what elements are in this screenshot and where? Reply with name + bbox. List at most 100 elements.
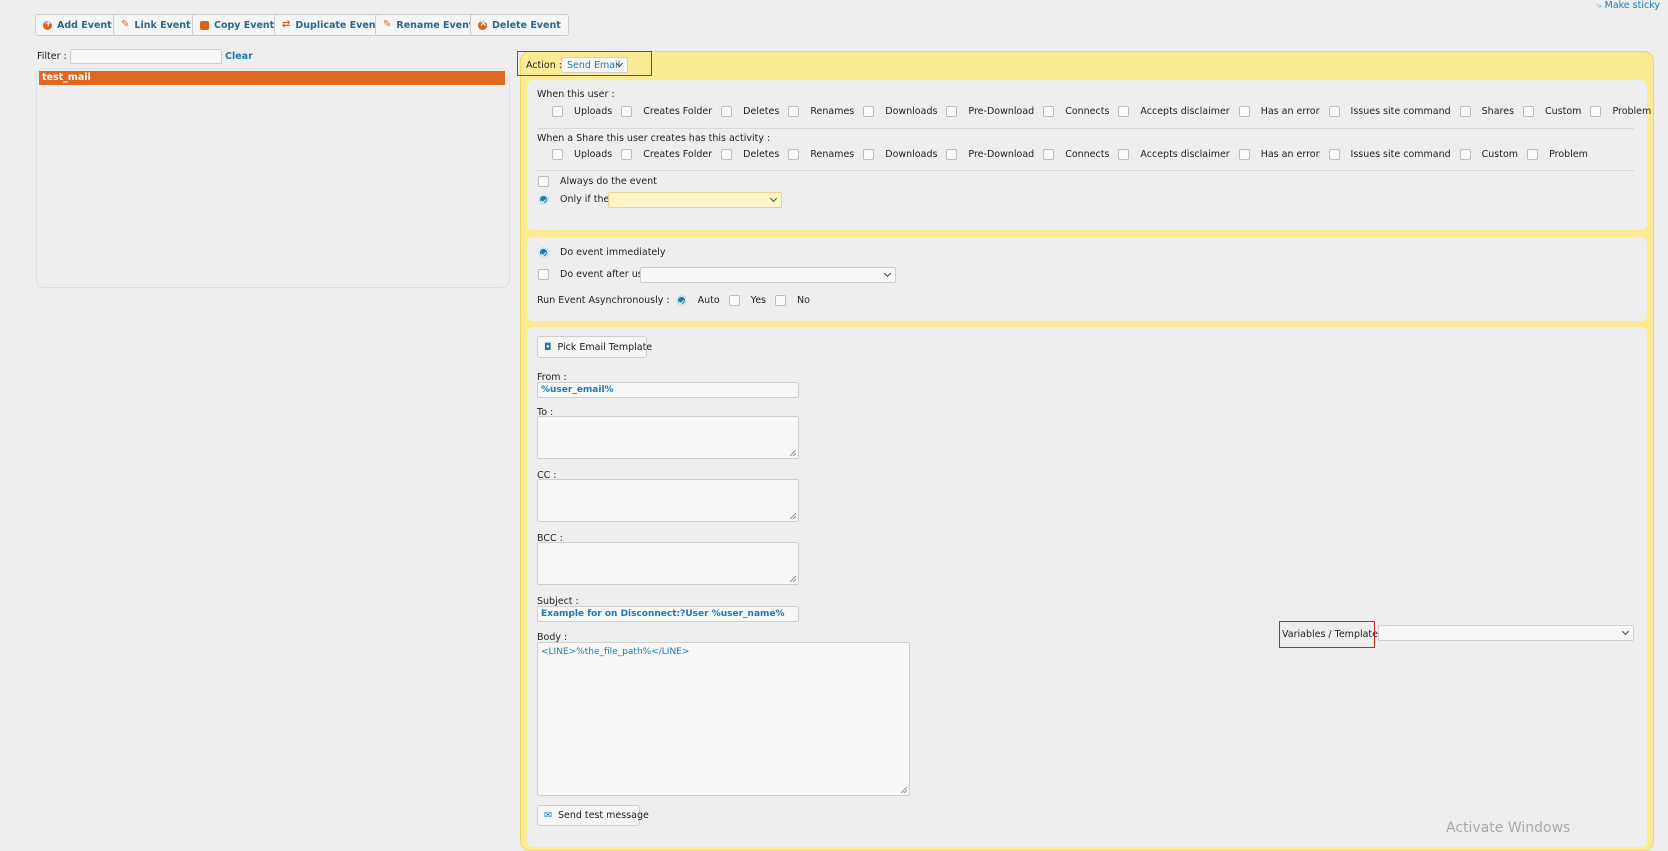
clear-filter-link[interactable]: Clear (225, 51, 253, 62)
checkbox[interactable] (1459, 149, 1471, 160)
always-do-option[interactable]: Always do the event (538, 176, 657, 187)
after-user-select[interactable] (640, 267, 896, 283)
rename-event-label: Rename Event (396, 19, 474, 31)
checkbox[interactable] (1043, 149, 1055, 160)
pick-template-button[interactable]: ◘ Pick Email Template (537, 336, 652, 358)
async-auto-option[interactable]: Auto (675, 295, 720, 306)
variables-select[interactable] (1378, 625, 1634, 641)
bcc-textarea[interactable] (537, 542, 799, 585)
option-label: Uploads (574, 106, 613, 117)
checkbox[interactable] (721, 149, 733, 160)
when-user-deletes[interactable]: Deletes (721, 106, 779, 117)
when-share-pre-download[interactable]: Pre-Download (946, 149, 1034, 160)
checkbox[interactable] (946, 106, 958, 117)
checkbox[interactable] (1523, 106, 1535, 117)
checkbox[interactable] (1590, 106, 1602, 117)
checkbox[interactable] (1238, 149, 1250, 160)
checkbox[interactable] (1238, 106, 1250, 117)
when-user-issues-site-command[interactable]: Issues site command (1328, 106, 1451, 117)
when-share-renames[interactable]: Renames (788, 149, 854, 160)
when-user-creates-folder[interactable]: Creates Folder (621, 106, 712, 117)
checked-radio[interactable] (538, 194, 549, 205)
checkbox[interactable] (538, 269, 549, 280)
when-share-creates-folder[interactable]: Creates Folder (621, 149, 712, 160)
do-immediately-option[interactable]: Do event immediately (538, 247, 666, 258)
when-share-deletes[interactable]: Deletes (721, 149, 779, 160)
only-if-select[interactable] (608, 192, 782, 208)
to-textarea[interactable] (537, 416, 799, 459)
option-label: No (797, 295, 810, 306)
checkbox[interactable] (552, 106, 563, 117)
checkbox[interactable] (863, 106, 875, 117)
checkbox[interactable] (621, 149, 633, 160)
from-input[interactable]: %user_email% (537, 382, 799, 398)
option-label: Renames (810, 106, 855, 117)
checkbox[interactable] (1118, 106, 1130, 117)
checkbox[interactable] (1527, 149, 1539, 160)
when-user-accepts-disclaimer[interactable]: Accepts disclaimer (1118, 106, 1230, 117)
checkbox[interactable] (728, 295, 740, 306)
when-user-connects[interactable]: Connects (1043, 106, 1109, 117)
option-label: Has an error (1260, 149, 1320, 160)
filter-input[interactable] (70, 49, 222, 64)
add-event-button[interactable]: Add Event (35, 14, 120, 36)
do-after-user-option[interactable]: Do event after user (538, 269, 652, 280)
checkbox[interactable] (788, 149, 800, 160)
checkbox[interactable] (863, 149, 875, 160)
option-label: Has an error (1260, 106, 1320, 117)
checkbox[interactable] (552, 149, 563, 160)
cc-textarea[interactable] (537, 479, 799, 522)
checkbox[interactable] (946, 149, 958, 160)
checkbox[interactable] (621, 106, 633, 117)
checkbox[interactable] (775, 295, 787, 306)
delete-event-button[interactable]: Delete Event (470, 14, 569, 36)
checked-radio[interactable] (538, 247, 549, 258)
when-user-downloads[interactable]: Downloads (863, 106, 937, 117)
do-immediately-label: Do event immediately (560, 247, 666, 258)
checked-radio[interactable] (675, 295, 687, 306)
when-share-connects[interactable]: Connects (1043, 149, 1109, 160)
pick-template-label: Pick Email Template (557, 341, 653, 353)
async-yes-option[interactable]: Yes (728, 295, 766, 306)
option-label: Downloads (885, 106, 938, 117)
when-user-heading: When this user : (537, 89, 615, 100)
copy-event-button[interactable]: Copy Event (192, 14, 283, 36)
send-test-button[interactable]: ✉ Send test message (537, 805, 649, 826)
checkbox[interactable] (1118, 149, 1130, 160)
when-user-uploads[interactable]: Uploads (552, 106, 612, 117)
when-share-accepts-disclaimer[interactable]: Accepts disclaimer (1118, 149, 1230, 160)
async-no-option[interactable]: No (775, 295, 810, 306)
when-user-custom[interactable]: Custom (1523, 106, 1581, 117)
duplicate-event-button[interactable]: ⇄ Duplicate Event (274, 14, 389, 36)
subject-input[interactable]: Example for on Disconnect:?User %user_na… (537, 606, 799, 622)
rename-event-button[interactable]: ✎ Rename Event (375, 14, 482, 36)
checkbox[interactable] (1328, 106, 1340, 117)
when-share-has-an-error[interactable]: Has an error (1238, 149, 1320, 160)
when-user-pre-download[interactable]: Pre-Download (946, 106, 1034, 117)
only-if-option[interactable]: Only if they (538, 194, 615, 205)
when-share-downloads[interactable]: Downloads (863, 149, 937, 160)
option-label: Problem (1612, 106, 1652, 117)
event-list-item[interactable]: test_mail (39, 71, 505, 85)
when-share-problem[interactable]: Problem (1527, 149, 1588, 160)
checkbox[interactable] (538, 176, 549, 187)
checkbox[interactable] (721, 106, 733, 117)
when-user-problem[interactable]: Problem (1590, 106, 1651, 117)
when-share-issues-site-command[interactable]: Issues site command (1328, 149, 1451, 160)
option-label: Pre-Download (968, 106, 1035, 117)
checkbox[interactable] (1043, 106, 1055, 117)
when-user-has-an-error[interactable]: Has an error (1238, 106, 1320, 117)
when-user-shares[interactable]: Shares (1459, 106, 1514, 117)
activate-windows-watermark: Activate Windows (1446, 820, 1571, 836)
when-share-uploads[interactable]: Uploads (552, 149, 612, 160)
link-event-button[interactable]: ✎ Link Event (113, 14, 199, 36)
option-label: Custom (1481, 149, 1519, 160)
when-user-renames[interactable]: Renames (788, 106, 854, 117)
option-label: Connects (1065, 149, 1110, 160)
body-textarea[interactable]: <LINE>%the_file_path%</LINE> (537, 642, 910, 796)
checkbox[interactable] (1328, 149, 1340, 160)
checkbox[interactable] (1459, 106, 1471, 117)
when-share-custom[interactable]: Custom (1459, 149, 1519, 160)
checkbox[interactable] (788, 106, 800, 117)
make-sticky-link[interactable]: ⤷ Make sticky (1596, 0, 1660, 11)
